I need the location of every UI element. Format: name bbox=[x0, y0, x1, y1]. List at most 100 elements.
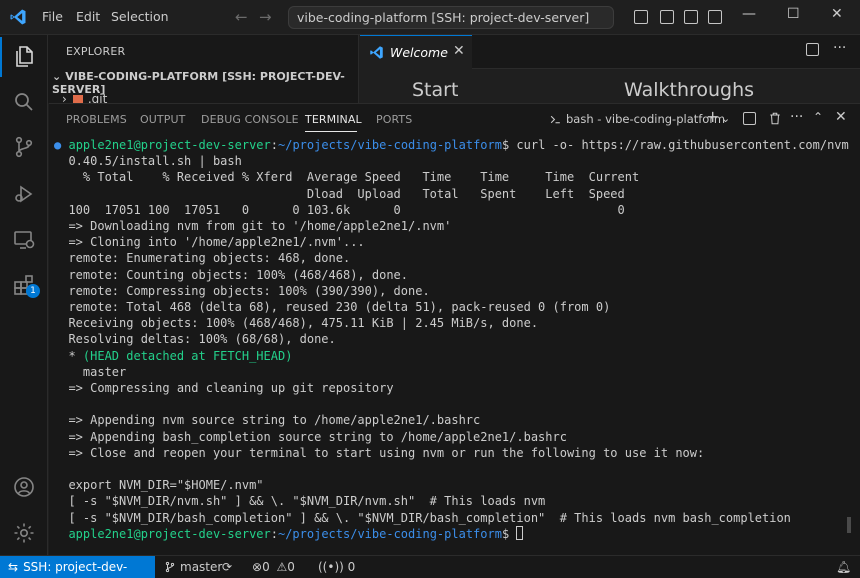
error-count: 0 bbox=[262, 560, 270, 574]
explorer-files-icon[interactable] bbox=[12, 44, 36, 68]
customize-layout-icon[interactable] bbox=[708, 10, 722, 24]
terminal-icon bbox=[550, 115, 560, 124]
remote-label: SSH: project-dev-server bbox=[8, 560, 128, 578]
branch-label: master bbox=[180, 560, 223, 574]
branch-status[interactable]: master bbox=[164, 560, 222, 574]
walkthroughs-heading: Walkthroughs bbox=[624, 79, 755, 101]
tab-ports[interactable]: PORTS bbox=[376, 113, 412, 126]
menu-edit[interactable]: Edit bbox=[76, 9, 100, 24]
remote-indicator[interactable]: ⇆SSH: project-dev-server bbox=[0, 556, 155, 578]
tab-label: Welcome bbox=[390, 45, 448, 60]
terminal-line: => Compressing and cleaning up git repos… bbox=[68, 381, 394, 396]
command-decoration-icon: ● bbox=[54, 138, 62, 152]
sidebar-title: EXPLORER bbox=[66, 45, 126, 58]
editor-tab-bar: Welcome ✕ ··· bbox=[360, 35, 860, 69]
close-window-button[interactable]: ✕ bbox=[831, 6, 843, 22]
minimize-button[interactable]: — bbox=[742, 6, 756, 22]
split-terminal-icon[interactable] bbox=[743, 112, 756, 125]
git-branch-icon bbox=[165, 561, 175, 573]
terminal-scrollbar[interactable] bbox=[847, 517, 851, 533]
tab-output[interactable]: OUTPUT bbox=[140, 113, 185, 126]
ports-status[interactable]: ((•)) 0 bbox=[318, 560, 355, 574]
run-debug-icon[interactable] bbox=[12, 182, 36, 206]
title-bar: File Edit Selection ← → vibe-coding-plat… bbox=[0, 0, 860, 35]
explorer-sidebar: EXPLORER ⌄ VIBE-CODING-PLATFORM [SSH: PRO… bbox=[48, 35, 359, 106]
menu-file[interactable]: File bbox=[42, 9, 63, 24]
maximize-panel-chevron-icon[interactable]: ⌃ bbox=[813, 110, 823, 124]
extensions-badge: 1 bbox=[26, 284, 40, 298]
terminal-line: Resolving deltas: 100% (68/68), done. bbox=[68, 332, 336, 347]
terminal-line: => Appending nvm source string to /home/… bbox=[68, 413, 481, 428]
start-heading: Start bbox=[412, 79, 459, 101]
ports-count: 0 bbox=[347, 560, 356, 574]
terminal-line: 100 17051 100 17051 0 0 103.6k 0 0 bbox=[68, 202, 625, 217]
toggle-panel-icon[interactable] bbox=[684, 10, 698, 24]
toggle-primary-sidebar-icon[interactable] bbox=[634, 10, 648, 24]
error-icon: ⊗ bbox=[252, 560, 263, 574]
accounts-icon[interactable] bbox=[12, 475, 36, 499]
vscode-logo-icon[interactable] bbox=[9, 8, 27, 26]
prompt-path-2: ~/projects/vibe-coding-platform bbox=[277, 526, 502, 541]
forward-arrow-icon[interactable]: → bbox=[259, 8, 272, 26]
prompt-path: ~/projects/vibe-coding-platform bbox=[278, 138, 502, 152]
warning-icon: ⚠ bbox=[276, 560, 288, 574]
terminal-line: => Cloning into '/home/apple2ne1/.nvm'..… bbox=[68, 235, 365, 250]
terminal-line: remote: Enumerating objects: 468, done. bbox=[68, 251, 351, 266]
terminal-line: master bbox=[82, 364, 127, 379]
folder-git-icon bbox=[72, 95, 83, 103]
maximize-button[interactable]: ☐ bbox=[787, 6, 800, 22]
head-star bbox=[54, 349, 68, 363]
notifications-bell-icon[interactable]: 🔔︎ bbox=[836, 560, 851, 574]
remote-explorer-icon[interactable] bbox=[12, 228, 36, 252]
back-arrow-icon[interactable]: ← bbox=[235, 8, 248, 26]
close-panel-icon[interactable]: ✕ bbox=[835, 109, 847, 125]
prompt-symbol-2: $ bbox=[501, 526, 510, 541]
terminal-line: Receiving objects: 100% (468/468), 475.1… bbox=[68, 316, 539, 331]
new-terminal-plus-icon[interactable]: + bbox=[706, 107, 719, 126]
bottom-panel: PROBLEMS OUTPUT DEBUG CONSOLE TERMINAL P… bbox=[49, 103, 860, 555]
manage-gear-icon[interactable] bbox=[12, 521, 36, 545]
terminal-line: => Close and reopen your terminal to sta… bbox=[68, 445, 705, 460]
tab-debug-console[interactable]: DEBUG CONSOLE bbox=[201, 113, 299, 126]
toggle-sidebar-layout-icon[interactable] bbox=[660, 10, 674, 24]
terminal-line: Dload Upload Total Spent Left Speed bbox=[306, 186, 625, 201]
terminal-line: => Downloading nvm from git to '/home/ap… bbox=[68, 219, 452, 234]
terminal-output[interactable]: ● apple2ne1@project-dev-server:~/project… bbox=[54, 137, 849, 547]
tab-close-icon[interactable]: ✕ bbox=[453, 43, 465, 59]
terminal-instance-name[interactable]: bash - vibe-coding-platform bbox=[566, 112, 725, 126]
menu-selection[interactable]: Selection bbox=[111, 9, 169, 24]
problems-status[interactable]: ⊗0 ⚠0 bbox=[252, 560, 295, 574]
terminal-line: remote: Compressing objects: 100% (390/3… bbox=[68, 283, 430, 298]
terminal-line: remote: Total 468 (delta 68), reused 230… bbox=[68, 300, 611, 315]
terminal-line: => Appending bash_completion source stri… bbox=[68, 429, 567, 444]
sync-icon[interactable]: ⟳ bbox=[222, 560, 232, 574]
vscode-tab-icon bbox=[370, 46, 383, 59]
editor-more-actions-icon[interactable]: ··· bbox=[833, 40, 846, 56]
terminal-line: % Total % Received % Xferd Average Speed… bbox=[82, 170, 640, 185]
search-icon[interactable] bbox=[12, 90, 36, 114]
split-editor-icon[interactable] bbox=[806, 43, 819, 56]
tab-terminal[interactable]: TERMINAL bbox=[305, 113, 362, 126]
source-control-icon[interactable] bbox=[12, 135, 36, 159]
panel-more-actions-icon[interactable]: ··· bbox=[790, 109, 803, 125]
tab-welcome[interactable]: Welcome ✕ bbox=[360, 35, 472, 69]
command-line-2: 0.40.5/install.sh | bash bbox=[68, 154, 242, 169]
kill-terminal-trash-icon[interactable] bbox=[768, 111, 782, 126]
activity-bar: 1 bbox=[0, 35, 48, 555]
terminal-dropdown-chevron-icon[interactable]: ⌄ bbox=[721, 112, 730, 125]
head-detached-line: (HEAD detached at FETCH_HEAD) bbox=[75, 348, 293, 363]
terminal-line: export NVM_DIR="$HOME/.nvm" bbox=[68, 478, 264, 493]
broadcast-icon: ((•)) bbox=[318, 560, 344, 574]
active-indicator bbox=[0, 37, 2, 77]
welcome-page: Start Walkthroughs bbox=[360, 69, 860, 103]
terminal-line: [ -s "$NVM_DIR/nvm.sh" ] && \. "$NVM_DIR… bbox=[68, 494, 546, 509]
warning-count: 0 bbox=[287, 560, 295, 574]
prompt-user-2: apple2ne1@project-dev-server bbox=[68, 526, 271, 541]
chevron-down-icon: ⌄ bbox=[52, 70, 62, 83]
terminal-line: remote: Counting objects: 100% (468/468)… bbox=[68, 267, 409, 282]
prompt-user: apple2ne1@project-dev-server bbox=[68, 138, 271, 152]
command-center-search[interactable]: vibe-coding-platform [SSH: project-dev-s… bbox=[288, 6, 614, 29]
tab-problems[interactable]: PROBLEMS bbox=[66, 113, 127, 126]
